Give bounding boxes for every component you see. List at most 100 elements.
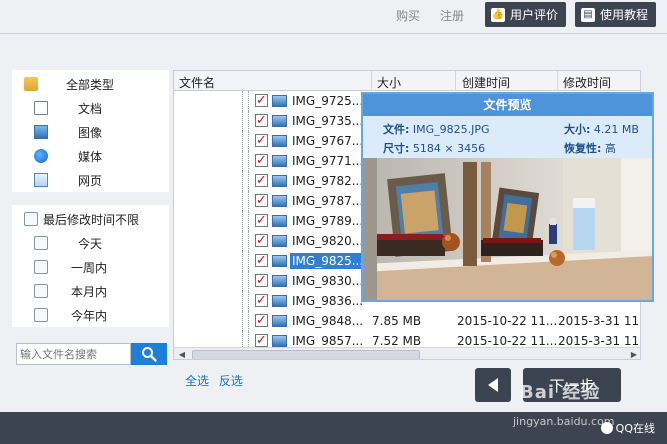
search-button[interactable]: [131, 343, 167, 365]
file-name-cell: IMG_9836....: [292, 294, 362, 308]
sidebar-item-label: 网页: [78, 173, 103, 188]
preview-dimension-info: 尺寸: 5184 × 3456: [383, 140, 485, 156]
watermark: Bai 经验: [520, 382, 601, 403]
sidebar-item-any-time[interactable]: 最后修改时间不限: [12, 207, 169, 231]
modified-time-cell: 2015-3-31 11...: [558, 334, 640, 348]
sidebar-item-today[interactable]: 今天: [12, 231, 169, 255]
calendar-icon: [34, 236, 48, 250]
row-checkbox[interactable]: ✓: [255, 134, 268, 147]
register-link[interactable]: 注册: [440, 7, 464, 24]
file-name-cell: IMG_9820....: [292, 234, 362, 248]
qq-online-label: QQ在线: [615, 422, 655, 435]
file-name-cell: IMG_9789....: [292, 214, 362, 228]
file-name-cell: IMG_9825....: [290, 253, 362, 269]
sidebar-item-label: 今天: [78, 236, 103, 251]
sidebar-item-label: 媒体: [78, 149, 103, 164]
tree-line: [242, 91, 243, 111]
tree-line: [242, 231, 243, 251]
table-row[interactable]: ✓ IMG_9848.... 7.85 MB 2015-10-22 11... 2015…: [174, 311, 640, 331]
row-checkbox[interactable]: ✓: [255, 334, 268, 347]
file-name-cell: IMG_9771....: [292, 154, 362, 168]
preview-dimension-label: 尺寸:: [383, 142, 410, 155]
invert-selection-link[interactable]: 反选: [219, 374, 243, 388]
image-file-icon: [272, 315, 287, 327]
tree-line: [242, 211, 243, 231]
sidebar-item-documents[interactable]: 文档: [12, 96, 169, 120]
sidebar-item-all-types[interactable]: 全部类型: [12, 72, 169, 96]
sidebar-item-label: 全部类型: [66, 77, 115, 92]
sidebar-item-images[interactable]: 图像: [12, 120, 169, 144]
file-name-cell: IMG_9830....: [292, 274, 362, 288]
tutorial-button[interactable]: ▤ 使用教程: [575, 2, 657, 27]
tree-line: [242, 151, 243, 171]
tree-line: [248, 291, 249, 311]
row-checkbox[interactable]: ✓: [255, 94, 268, 107]
scroll-right-icon[interactable]: ▶: [628, 349, 640, 359]
row-checkbox[interactable]: ✓: [255, 114, 268, 127]
sidebar: 全部类型 文档 图像 媒体 网页 最后修改时间不限 今天 一周内 本月内 今年内: [12, 70, 169, 327]
row-checkbox[interactable]: ✓: [255, 154, 268, 167]
row-checkbox[interactable]: ✓: [255, 194, 268, 207]
file-name-cell: IMG_9787....: [292, 194, 362, 208]
tree-line: [248, 151, 249, 171]
search-box: [16, 343, 167, 365]
sidebar-item-media[interactable]: 媒体: [12, 144, 169, 168]
select-all-link[interactable]: 全选: [185, 374, 209, 388]
created-time-cell: 2015-10-22 11...: [457, 314, 558, 328]
file-size-cell: 7.85 MB: [372, 314, 422, 328]
tree-line: [248, 271, 249, 291]
image-file-icon: [272, 295, 287, 307]
buy-link[interactable]: 购买: [396, 7, 420, 24]
sidebar-item-this-month[interactable]: 本月内: [12, 279, 169, 303]
top-bar: 购买 注册 👍 用户评价 ▤ 使用教程: [0, 0, 667, 30]
preview-file-label: 文件:: [383, 123, 410, 136]
tree-line: [242, 291, 243, 311]
column-header-name[interactable]: 文件名: [179, 74, 215, 91]
preview-recoverability-info: 恢复性: 高: [564, 140, 616, 156]
tree-line: [248, 211, 249, 231]
calendar-icon: [34, 308, 48, 322]
tree-line: [242, 251, 243, 271]
user-review-button[interactable]: 👍 用户评价: [485, 2, 567, 27]
scroll-left-icon[interactable]: ◀: [176, 349, 188, 359]
row-checkbox[interactable]: ✓: [255, 254, 268, 267]
image-file-icon: [272, 255, 287, 267]
tree-line: [248, 231, 249, 251]
column-header-created[interactable]: 创建时间: [462, 74, 510, 91]
row-checkbox[interactable]: ✓: [255, 234, 268, 247]
webpage-icon: [34, 173, 48, 187]
tree-line: [242, 111, 243, 131]
tutorial-label: 使用教程: [600, 8, 649, 22]
document-icon: [34, 101, 48, 115]
table-header: 文件名 大小 创建时间 修改时间: [174, 71, 640, 91]
row-checkbox[interactable]: ✓: [255, 214, 268, 227]
column-header-modified[interactable]: 修改时间: [563, 74, 611, 91]
tree-line: [242, 271, 243, 291]
column-header-size[interactable]: 大小: [377, 74, 401, 91]
row-checkbox[interactable]: ✓: [255, 274, 268, 287]
sidebar-item-webpages[interactable]: 网页: [12, 168, 169, 192]
scrollbar-thumb[interactable]: [192, 350, 420, 359]
sidebar-item-label: 今年内: [71, 308, 108, 323]
sidebar-separator: [12, 192, 169, 205]
sidebar-item-label: 一周内: [71, 260, 108, 275]
back-button[interactable]: [475, 368, 511, 402]
row-checkbox[interactable]: ✓: [255, 174, 268, 187]
preview-size-info: 大小: 4.21 MB: [564, 121, 639, 137]
tree-line: [248, 111, 249, 131]
search-input[interactable]: [16, 343, 131, 365]
preview-title: 文件预览: [363, 94, 652, 116]
row-checkbox[interactable]: ✓: [255, 294, 268, 307]
sidebar-item-this-week[interactable]: 一周内: [12, 255, 169, 279]
file-type-panel: 全部类型 文档 图像 媒体 网页: [12, 70, 169, 192]
file-name-cell: IMG_9767....: [292, 134, 362, 148]
book-icon: ▤: [581, 7, 595, 22]
time-filter-panel: 最后修改时间不限 今天 一周内 本月内 今年内: [12, 205, 169, 327]
image-icon: [34, 125, 48, 139]
sidebar-item-this-year[interactable]: 今年内: [12, 303, 169, 327]
file-name-cell: IMG_9725....: [292, 94, 362, 108]
image-file-icon: [272, 175, 287, 187]
horizontal-scrollbar[interactable]: ◀ ▶: [174, 347, 640, 359]
selection-links: 全选 反选: [185, 372, 249, 389]
row-checkbox[interactable]: ✓: [255, 314, 268, 327]
